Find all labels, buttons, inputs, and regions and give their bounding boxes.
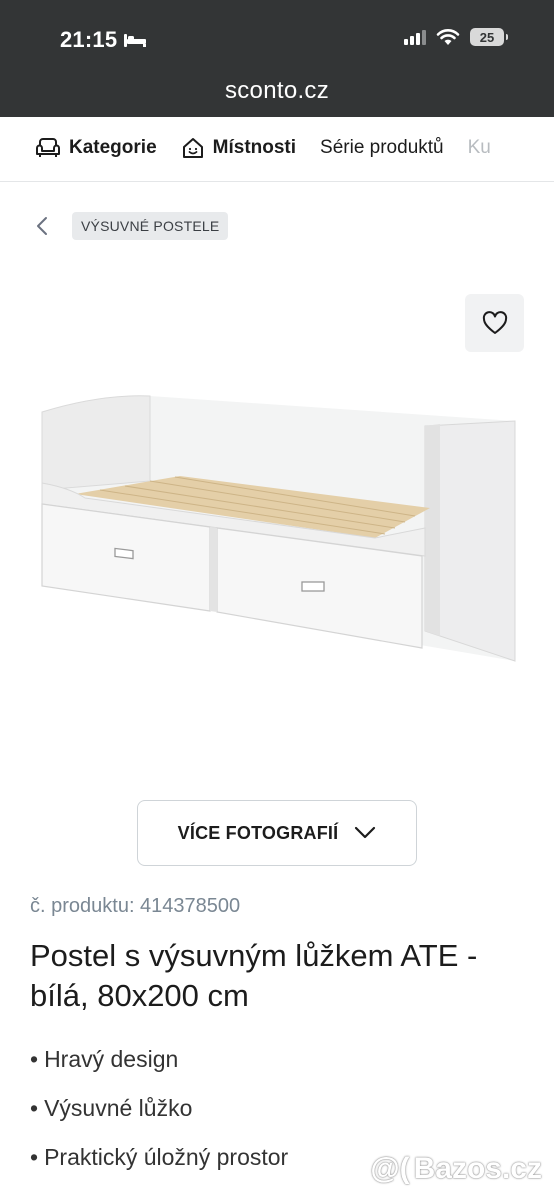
heart-icon bbox=[482, 311, 507, 334]
status-indicators: 25 bbox=[404, 28, 508, 46]
back-button[interactable] bbox=[30, 212, 54, 240]
product-image[interactable] bbox=[30, 276, 525, 776]
bazos-watermark: @( Bazos.cz bbox=[370, 1152, 542, 1186]
chevron-down-icon bbox=[355, 826, 376, 839]
nav-item-mistnosti[interactable]: Místnosti bbox=[181, 136, 296, 160]
nav-item-label: Kategorie bbox=[69, 137, 157, 158]
feature-item: Výsuvné lůžko bbox=[30, 1092, 288, 1141]
nav-item-kategorie[interactable]: Kategorie bbox=[35, 137, 157, 159]
breadcrumb-category[interactable]: VÝSUVNÉ POSTELE bbox=[72, 212, 229, 240]
bed-icon bbox=[124, 34, 147, 47]
battery-icon: 25 bbox=[470, 28, 508, 46]
battery-level: 25 bbox=[479, 29, 495, 45]
browser-chrome: 21:15 25 sconto.cz bbox=[0, 0, 554, 117]
watermark-text: Bazos.cz bbox=[413, 1152, 542, 1185]
wifi-icon bbox=[436, 29, 460, 45]
watermark-at-icon: @( bbox=[370, 1152, 410, 1185]
more-photos-button[interactable]: VÍCE FOTOGRAFIÍ bbox=[137, 800, 417, 866]
status-time-text: 21:15 bbox=[60, 27, 118, 52]
category-nav: Kategorie Místnosti Série produktů Ku bbox=[0, 117, 554, 182]
nav-item-ku[interactable]: Ku bbox=[468, 137, 491, 159]
product-title: Postel s výsuvným lůžkem ATE - bílá, 80x… bbox=[30, 938, 478, 1013]
sofa-icon bbox=[36, 138, 60, 157]
signal-icon bbox=[404, 29, 426, 45]
feature-list: Hravý design Výsuvné lůžko Praktický úlo… bbox=[30, 1043, 288, 1190]
feature-item: Praktický úložný prostor bbox=[30, 1141, 288, 1190]
chevron-left-icon bbox=[37, 217, 47, 235]
nav-item-label: Místnosti bbox=[212, 137, 297, 158]
more-photos-label: VÍCE FOTOGRAFIÍ bbox=[177, 822, 339, 843]
status-time: 21:15 bbox=[60, 27, 147, 53]
nav-item-label: Série produktů bbox=[320, 137, 444, 158]
nav-item-serie-produktu[interactable]: Série produktů bbox=[320, 137, 444, 159]
house-icon bbox=[182, 138, 203, 158]
product-number: č. produktu: 414378500 bbox=[30, 895, 241, 917]
daybed-illustration bbox=[41, 395, 516, 662]
nav-item-label: Ku bbox=[467, 137, 491, 158]
favorite-button[interactable] bbox=[465, 294, 524, 352]
address-bar[interactable]: sconto.cz bbox=[0, 77, 554, 105]
feature-item: Hravý design bbox=[30, 1043, 288, 1092]
